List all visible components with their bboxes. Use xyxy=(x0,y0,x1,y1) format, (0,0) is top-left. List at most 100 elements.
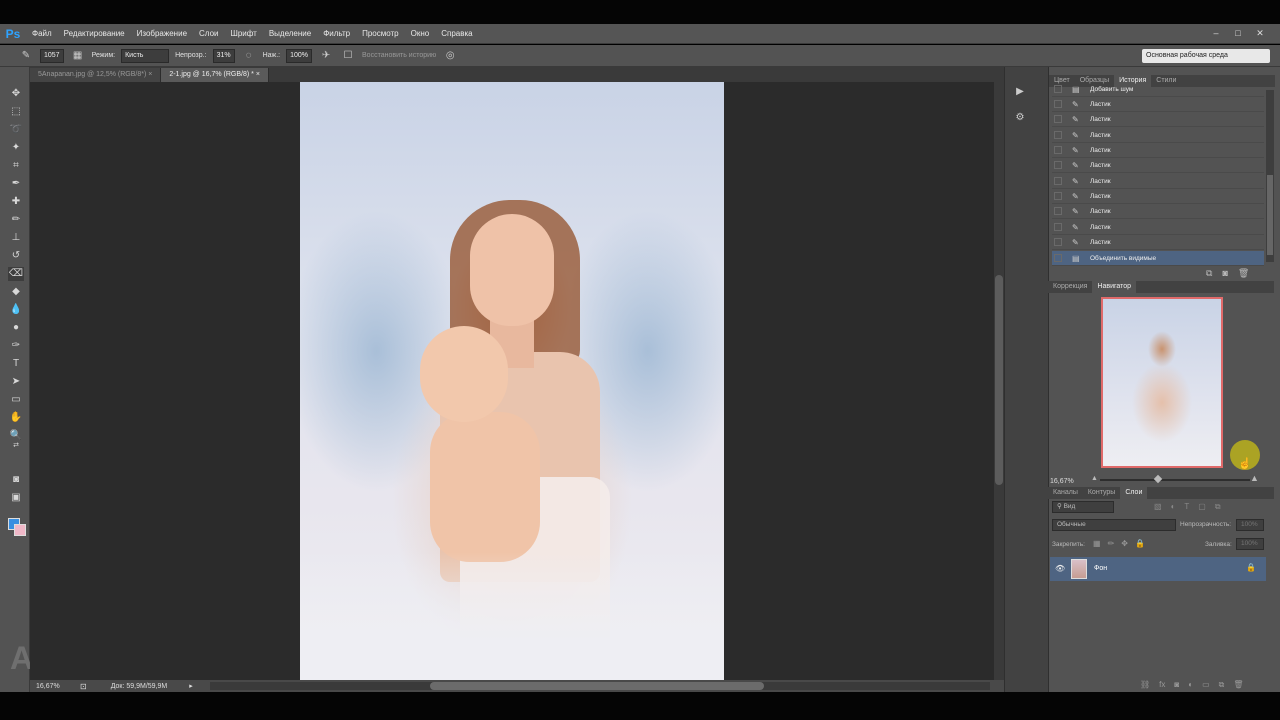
history-checkbox[interactable] xyxy=(1054,131,1062,139)
layer-name[interactable]: Фон xyxy=(1094,565,1107,572)
menu-image[interactable]: Изображение xyxy=(131,29,193,38)
close-button[interactable]: ✕ xyxy=(1252,26,1268,40)
history-item[interactable]: ✎ Ластик xyxy=(1052,112,1264,127)
history-item[interactable]: ▤ Добавить шум xyxy=(1052,82,1264,97)
history-checkbox[interactable] xyxy=(1054,254,1062,262)
hand-tool-icon[interactable]: ✋ xyxy=(8,411,24,425)
paint-bucket-tool-icon[interactable]: ◆ xyxy=(8,285,24,299)
link-layers-icon[interactable]: ⛓ xyxy=(1140,680,1150,690)
eraser-tool-icon[interactable]: ⌫ xyxy=(8,267,24,281)
layer-visibility-eye-icon[interactable]: 👁 xyxy=(1055,564,1065,573)
menu-select[interactable]: Выделение xyxy=(263,29,317,38)
status-menu-arrow-icon[interactable]: ▸ xyxy=(189,682,193,690)
menu-edit[interactable]: Редактирование xyxy=(58,29,131,38)
snapshot-camera-icon[interactable]: ◙ xyxy=(1222,268,1227,279)
menu-view[interactable]: Просмотр xyxy=(356,29,405,38)
canvas-vertical-scroll-thumb[interactable] xyxy=(995,275,1003,485)
delete-layer-trash-icon[interactable]: 🗑 xyxy=(1233,680,1243,690)
doc-tab-2[interactable]: 2-1.jpg @ 16,7% (RGB/8) * × xyxy=(161,68,269,82)
navigator-preview[interactable] xyxy=(1101,297,1223,468)
menu-help[interactable]: Справка xyxy=(435,29,478,38)
delete-trash-icon[interactable]: 🗑 xyxy=(1238,268,1249,279)
clone-stamp-tool-icon[interactable]: ⊥ xyxy=(8,231,24,245)
filter-smart-object-icon[interactable]: ⧉ xyxy=(1215,502,1221,512)
magic-wand-tool-icon[interactable]: ✦ xyxy=(8,141,24,155)
eyedropper-tool-icon[interactable]: ✒ xyxy=(8,177,24,191)
zoom-out-mountain-icon[interactable]: ▲ xyxy=(1091,475,1098,482)
menu-layers[interactable]: Слои xyxy=(193,29,224,38)
new-layer-icon[interactable]: ⧉ xyxy=(1219,680,1225,690)
history-checkbox[interactable] xyxy=(1054,238,1062,246)
filter-adjustment-icon[interactable]: ◐ xyxy=(1171,502,1176,512)
navigator-zoom-value[interactable]: 16,67% xyxy=(1050,478,1074,485)
properties-icon[interactable]: ⚙ xyxy=(1013,111,1027,125)
actions-play-icon[interactable]: ▶ xyxy=(1013,85,1027,99)
history-brush-tool-icon[interactable]: ↺ xyxy=(8,249,24,263)
tab-layers[interactable]: Слои xyxy=(1120,487,1148,499)
lock-paint-icon[interactable]: ✏ xyxy=(1108,539,1115,548)
move-tool-icon[interactable]: ✥ xyxy=(8,87,24,101)
history-item[interactable]: ✎ Ластик xyxy=(1052,143,1264,158)
history-item[interactable]: ✎ Ластик xyxy=(1052,235,1264,250)
brush-size-picker[interactable]: 1057 xyxy=(40,48,64,63)
crop-tool-icon[interactable]: ⌗ xyxy=(8,159,24,173)
path-selection-tool-icon[interactable]: ➤ xyxy=(8,375,24,389)
history-item[interactable]: ✎ Ластик xyxy=(1052,189,1264,204)
minimize-button[interactable]: – xyxy=(1208,26,1224,40)
history-item[interactable]: ✎ Ластик xyxy=(1052,158,1264,173)
close-tab-icon[interactable]: × xyxy=(148,71,152,78)
lock-all-icon[interactable]: 🔒 xyxy=(1135,539,1145,548)
tab-adjustments[interactable]: Коррекция xyxy=(1048,281,1092,293)
opacity-input[interactable]: 31% xyxy=(212,48,235,63)
history-item[interactable]: ✎ Ластик xyxy=(1052,97,1264,112)
menu-window[interactable]: Окно xyxy=(405,29,436,38)
background-color-swatch[interactable] xyxy=(14,524,26,536)
canvas-area[interactable] xyxy=(30,82,994,680)
menu-file[interactable]: Файл xyxy=(26,29,58,38)
history-item-selected[interactable]: ▤ Объединить видимые xyxy=(1052,251,1264,266)
navigator-zoom-slider[interactable] xyxy=(1100,479,1250,481)
pressure-size-icon[interactable]: ◎ xyxy=(442,48,458,64)
fill-input[interactable]: 100% xyxy=(1236,538,1264,550)
history-checkbox[interactable] xyxy=(1054,146,1062,154)
status-info-icon[interactable]: ⊡ xyxy=(80,682,87,691)
filter-type-icon[interactable]: T xyxy=(1184,502,1189,512)
history-checkbox[interactable] xyxy=(1054,115,1062,123)
zoom-in-mountain-icon[interactable]: ▲ xyxy=(1250,473,1259,483)
history-checkbox[interactable] xyxy=(1054,161,1062,169)
lock-position-icon[interactable]: ✥ xyxy=(1121,539,1128,548)
tab-channels[interactable]: Каналы xyxy=(1048,487,1083,499)
history-item[interactable]: ✎ Ластик xyxy=(1052,128,1264,143)
type-tool-icon[interactable]: T xyxy=(8,357,24,371)
dodge-tool-icon[interactable]: ● xyxy=(8,321,24,335)
pen-tool-icon[interactable]: ✑ xyxy=(8,339,24,353)
canvas-horizontal-scroll-thumb[interactable] xyxy=(430,682,764,690)
airbrush-icon[interactable]: ✈ xyxy=(318,48,334,64)
history-checkbox[interactable] xyxy=(1054,177,1062,185)
layer-filter-select[interactable]: ⚲ Вид xyxy=(1052,501,1114,513)
layer-style-fx-icon[interactable]: fx xyxy=(1159,680,1165,690)
rectangle-tool-icon[interactable]: ▭ xyxy=(8,393,24,407)
menu-type[interactable]: Шрифт xyxy=(224,29,262,38)
tab-paths[interactable]: Контуры xyxy=(1083,487,1120,499)
history-checkbox[interactable] xyxy=(1054,207,1062,215)
history-checkbox[interactable] xyxy=(1054,192,1062,200)
add-mask-icon[interactable]: ◙ xyxy=(1174,680,1179,690)
history-item[interactable]: ✎ Ластик xyxy=(1052,174,1264,189)
new-document-from-state-icon[interactable]: ⧉ xyxy=(1206,268,1212,279)
brush-tool-icon[interactable]: ✏ xyxy=(8,213,24,227)
tab-navigator[interactable]: Навигатор xyxy=(1092,281,1137,293)
workspace-select[interactable]: Основная рабочая среда xyxy=(1142,49,1270,63)
lock-transparent-icon[interactable]: ▦ xyxy=(1093,539,1101,548)
healing-brush-tool-icon[interactable]: ✚ xyxy=(8,195,24,209)
doc-tab-1[interactable]: 5Anapanan.jpg @ 12,5% (RGB/8*) × xyxy=(30,68,162,82)
layer-opacity-input[interactable]: 100% xyxy=(1236,519,1264,531)
swap-colors-icon[interactable]: ⇄ xyxy=(8,439,24,453)
history-checkbox[interactable] xyxy=(1054,85,1062,93)
screen-mode-icon[interactable]: ▣ xyxy=(8,491,24,505)
blur-tool-icon[interactable]: 💧 xyxy=(8,303,24,317)
lasso-tool-icon[interactable]: ➰ xyxy=(8,123,24,137)
eraser-tool-icon[interactable]: ✎ xyxy=(18,48,34,64)
quick-mask-icon[interactable]: ◙ xyxy=(8,473,24,487)
history-checkbox[interactable] xyxy=(1054,100,1062,108)
